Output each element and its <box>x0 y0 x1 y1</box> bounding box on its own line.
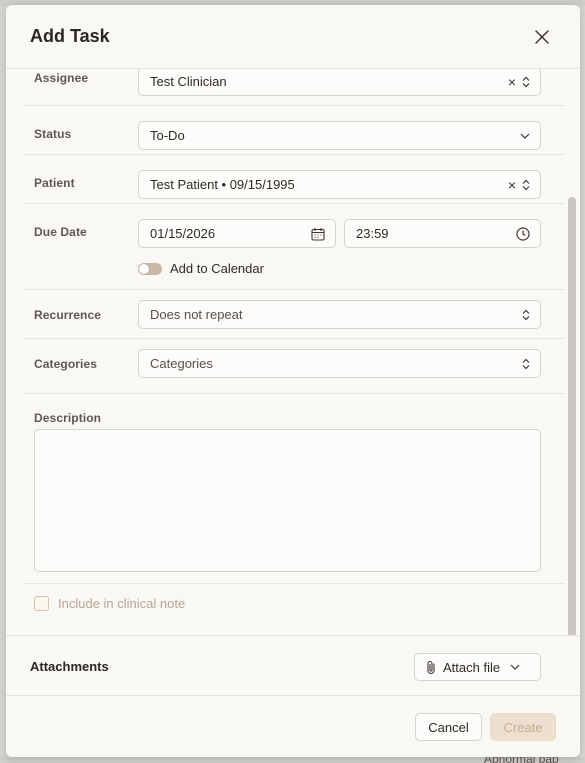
clock-icon[interactable] <box>516 227 530 241</box>
toggle-knob <box>139 264 149 274</box>
paperclip-icon <box>427 660 435 674</box>
chevron-up-down-icon <box>522 358 530 370</box>
status-select[interactable]: To-Do <box>138 121 541 150</box>
assignee-value: Test Clinician <box>150 74 227 89</box>
include-clinical-note-label: Include in clinical note <box>58 596 186 611</box>
clear-patient-icon[interactable]: × <box>508 178 516 192</box>
chevron-up-down-icon <box>522 309 530 321</box>
calendar-icon[interactable] <box>311 227 325 241</box>
attachments-title: Attachments <box>30 659 109 674</box>
recurrence-select[interactable]: Does not repeat <box>138 300 541 329</box>
include-clinical-note-checkbox[interactable] <box>34 596 49 611</box>
status-row: Status To-Do <box>24 106 565 155</box>
description-label: Description <box>34 411 102 425</box>
categories-row: Categories Categories <box>24 339 565 394</box>
assignee-row: Assignee Test Clinician × <box>24 69 565 106</box>
attachments-section: Attachments Attach file <box>6 635 580 696</box>
recurrence-value: Does not repeat <box>150 307 243 322</box>
assignee-select[interactable]: Test Clinician × <box>138 69 541 96</box>
recurrence-row: Recurrence Does not repeat <box>24 290 565 339</box>
patient-label: Patient <box>34 176 75 190</box>
categories-label: Categories <box>34 357 98 371</box>
chevron-up-down-icon <box>522 179 530 191</box>
create-button[interactable]: Create <box>490 713 556 741</box>
chevron-up-down-icon <box>522 76 530 88</box>
recurrence-label: Recurrence <box>34 308 102 322</box>
chevron-down-icon <box>520 133 530 139</box>
due-time-value: 23:59 <box>356 226 389 241</box>
description-textarea[interactable] <box>34 429 541 572</box>
assignee-label: Assignee <box>34 71 89 85</box>
add-to-calendar-label: Add to Calendar <box>170 261 264 276</box>
patient-row: Patient Test Patient • 09/15/1995 × <box>24 155 565 204</box>
add-task-dialog: Add Task Assignee Test Clinician × Statu… <box>6 5 580 757</box>
due-date-row: Due Date 01/15/2026 23:59 Add to Calenda… <box>24 204 565 290</box>
attach-file-label: Attach file <box>443 659 501 675</box>
divider <box>24 583 565 584</box>
dialog-header: Add Task <box>6 5 580 69</box>
due-time-input[interactable]: 23:59 <box>344 219 541 248</box>
due-date-label: Due Date <box>34 225 87 239</box>
patient-value: Test Patient • 09/15/1995 <box>150 177 295 192</box>
categories-select[interactable]: Categories <box>138 349 541 378</box>
status-value: To-Do <box>150 128 185 143</box>
clear-assignee-icon[interactable]: × <box>508 75 516 89</box>
patient-select[interactable]: Test Patient • 09/15/1995 × <box>138 170 541 199</box>
dialog-form-scroll-area[interactable]: Assignee Test Clinician × Status To-Do P… <box>6 69 580 635</box>
due-date-value: 01/15/2026 <box>150 226 216 241</box>
due-date-input[interactable]: 01/15/2026 <box>138 219 336 248</box>
add-to-calendar-toggle[interactable] <box>138 263 162 275</box>
close-button[interactable] <box>532 27 552 47</box>
categories-placeholder: Categories <box>150 356 213 371</box>
chevron-down-icon <box>510 664 520 670</box>
close-icon <box>535 30 549 44</box>
attach-file-button[interactable]: Attach file <box>414 653 541 681</box>
status-label: Status <box>34 127 72 141</box>
dialog-title: Add Task <box>30 26 110 46</box>
cancel-button[interactable]: Cancel <box>415 713 482 741</box>
scrollbar-thumb[interactable] <box>568 197 576 692</box>
